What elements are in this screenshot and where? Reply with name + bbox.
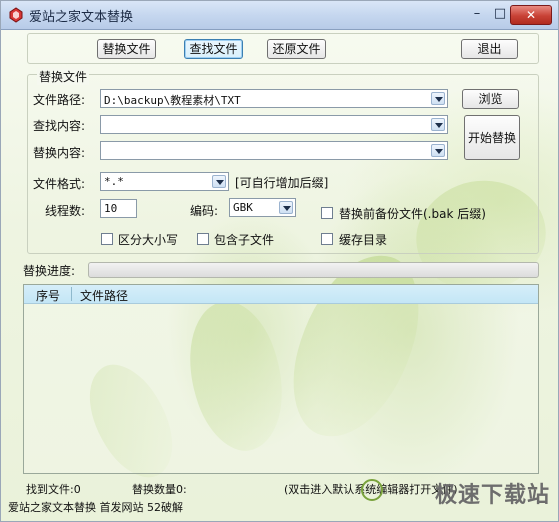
file-format-hint: [可自行增加后缀]: [235, 176, 329, 190]
replace-progress-bar: [88, 262, 539, 278]
replace-content-combo[interactable]: [100, 141, 448, 160]
column-index[interactable]: 序号: [36, 287, 60, 304]
maximize-icon[interactable]: □: [489, 6, 511, 22]
result-table[interactable]: 序号 文件路径: [23, 284, 539, 474]
column-file-path[interactable]: 文件路径: [80, 287, 128, 304]
include-subfolder-label: 包含子文件: [214, 233, 275, 247]
chevron-down-icon[interactable]: [431, 92, 445, 105]
column-divider: [71, 287, 72, 301]
exit-button[interactable]: 退出: [461, 39, 518, 59]
watermark-text: 极速下载站: [434, 483, 550, 508]
threads-label: 线程数:: [45, 204, 86, 218]
file-format-combo[interactable]: *.*: [100, 172, 229, 191]
cache-directory-label: 缓存目录: [339, 233, 388, 247]
minimize-icon[interactable]: –: [466, 6, 488, 22]
title-bar: 爱站之家文本替换 – □ ✕: [1, 1, 558, 30]
chevron-down-icon[interactable]: [431, 144, 445, 157]
case-sensitive-checkbox[interactable]: [101, 233, 113, 245]
restore-file-button[interactable]: 还原文件: [267, 39, 326, 59]
cache-directory-checkbox[interactable]: [321, 233, 333, 245]
found-files-status: 找到文件:0: [26, 483, 81, 496]
app-icon: [9, 7, 23, 23]
progress-label: 替换进度:: [23, 264, 76, 278]
footer-text: 爱站之家文本替换 首发网站 52破解: [8, 501, 183, 514]
include-subfolder-checkbox[interactable]: [197, 233, 209, 245]
file-format-value: *.*: [104, 175, 124, 188]
backup-label: 替换前备份文件(.bak 后缀): [339, 207, 486, 221]
close-button[interactable]: ✕: [510, 5, 552, 25]
file-path-value: D:\backup\教程素材\TXT: [104, 94, 241, 107]
threads-value: 10: [104, 202, 118, 215]
table-header: 序号 文件路径: [24, 285, 538, 304]
replace-count-status: 替换数量0:: [132, 483, 187, 496]
chevron-down-icon[interactable]: [279, 201, 293, 214]
replace-content-label: 替换内容:: [33, 146, 86, 160]
app-window: 爱站之家文本替换 – □ ✕ 替换文件 查找文件 还原文件 退出 替换文件 文件…: [0, 0, 559, 522]
find-content-label: 查找内容:: [33, 119, 86, 133]
encoding-value: GBK: [233, 201, 253, 214]
file-path-label: 文件路径:: [33, 93, 86, 107]
file-format-label: 文件格式:: [33, 177, 86, 191]
encoding-label: 编码:: [190, 204, 219, 218]
threads-input[interactable]: 10: [100, 199, 137, 218]
backup-checkbox[interactable]: [321, 207, 333, 219]
case-sensitive-label: 区分大小写: [118, 233, 179, 247]
window-title: 爱站之家文本替换: [29, 10, 134, 25]
file-path-combo[interactable]: D:\backup\教程素材\TXT: [100, 89, 448, 108]
find-content-combo[interactable]: [100, 115, 448, 134]
replace-file-button[interactable]: 替换文件: [97, 39, 156, 59]
chevron-down-icon[interactable]: [431, 118, 445, 131]
start-replace-button[interactable]: 开始替换: [464, 115, 520, 160]
browse-button[interactable]: 浏览: [462, 89, 519, 109]
find-file-button[interactable]: 查找文件: [184, 39, 243, 59]
chevron-down-icon[interactable]: [212, 175, 226, 188]
group-title: 替换文件: [37, 68, 90, 85]
encoding-combo[interactable]: GBK: [229, 198, 296, 217]
watermark-logo-icon: [361, 479, 383, 501]
